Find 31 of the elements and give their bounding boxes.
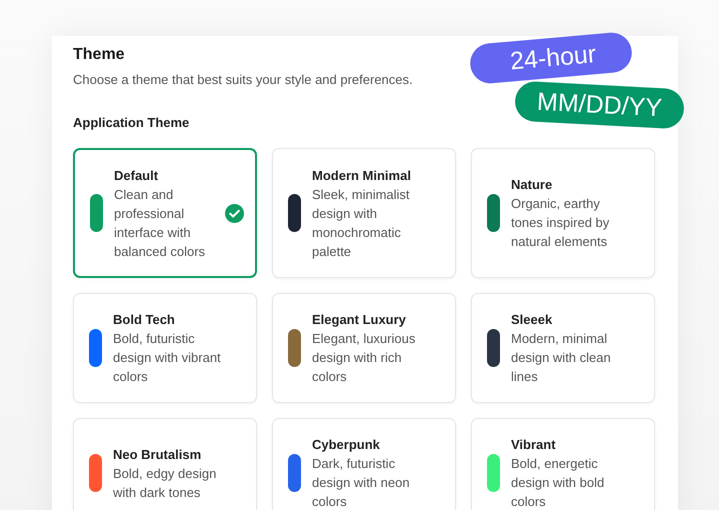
- theme-name: Sleeek: [511, 311, 554, 329]
- theme-card[interactable]: Cyberpunk Dark, futuristic design with neon colors: [272, 418, 456, 510]
- theme-card[interactable]: Nature Organic, earthy tones inspired by natural elements: [471, 148, 655, 278]
- theme-description: Dark, futuristic design with neon colors: [312, 455, 411, 510]
- theme-card[interactable]: Modern Minimal Sleek, minimalist design with monochromatic palette: [272, 148, 456, 278]
- check-icon: [225, 204, 244, 222]
- theme-card[interactable]: Sleeek Modern, minimal design with clean lines: [471, 293, 655, 403]
- theme-name: Modern Minimal: [312, 166, 412, 184]
- theme-description: Elegant, luxurious design with rich colors: [312, 330, 416, 386]
- theme-name: Vibrant: [511, 436, 557, 454]
- panel-title: Theme: [73, 45, 125, 65]
- theme-description: Bold, futuristic design with vibrant colors: [113, 330, 222, 386]
- theme-card[interactable]: Elegant Luxury Elegant, luxurious design with rich colors: [272, 293, 456, 403]
- theme-card[interactable]: Neo Brutalism Bold, edgy design with dark tones: [73, 418, 257, 510]
- theme-card[interactable]: Default Clean and professional interface with balanced colors: [73, 148, 257, 278]
- theme-name: Cyberpunk: [312, 436, 381, 454]
- theme-name: Nature: [511, 176, 554, 194]
- theme-card[interactable]: Bold Tech Bold, futuristic design with vibrant colors: [73, 293, 257, 403]
- theme-description: Bold, edgy design with dark tones: [113, 464, 218, 502]
- section-label: Application Theme: [73, 114, 190, 132]
- theme-name: Elegant Luxury: [312, 311, 407, 329]
- theme-card[interactable]: Vibrant Bold, energetic design with bold colors: [471, 418, 655, 510]
- panel-description: Choose a theme that best suits your style and preferences.: [73, 71, 413, 89]
- theme-description: Organic, earthy tones inspired by natural elements: [511, 195, 610, 251]
- theme-description: Bold, energetic design with bold colors: [511, 455, 606, 510]
- theme-description: Sleek, minimalist design with monochromatic palette: [312, 186, 411, 260]
- theme-name: Bold Tech: [113, 311, 176, 329]
- theme-description: Modern, minimal design with clean lines: [511, 330, 612, 386]
- theme-name: Default: [114, 166, 160, 184]
- theme-description: Clean and professional interface with balanced colors: [114, 186, 206, 260]
- theme-name: Neo Brutalism: [113, 446, 202, 464]
